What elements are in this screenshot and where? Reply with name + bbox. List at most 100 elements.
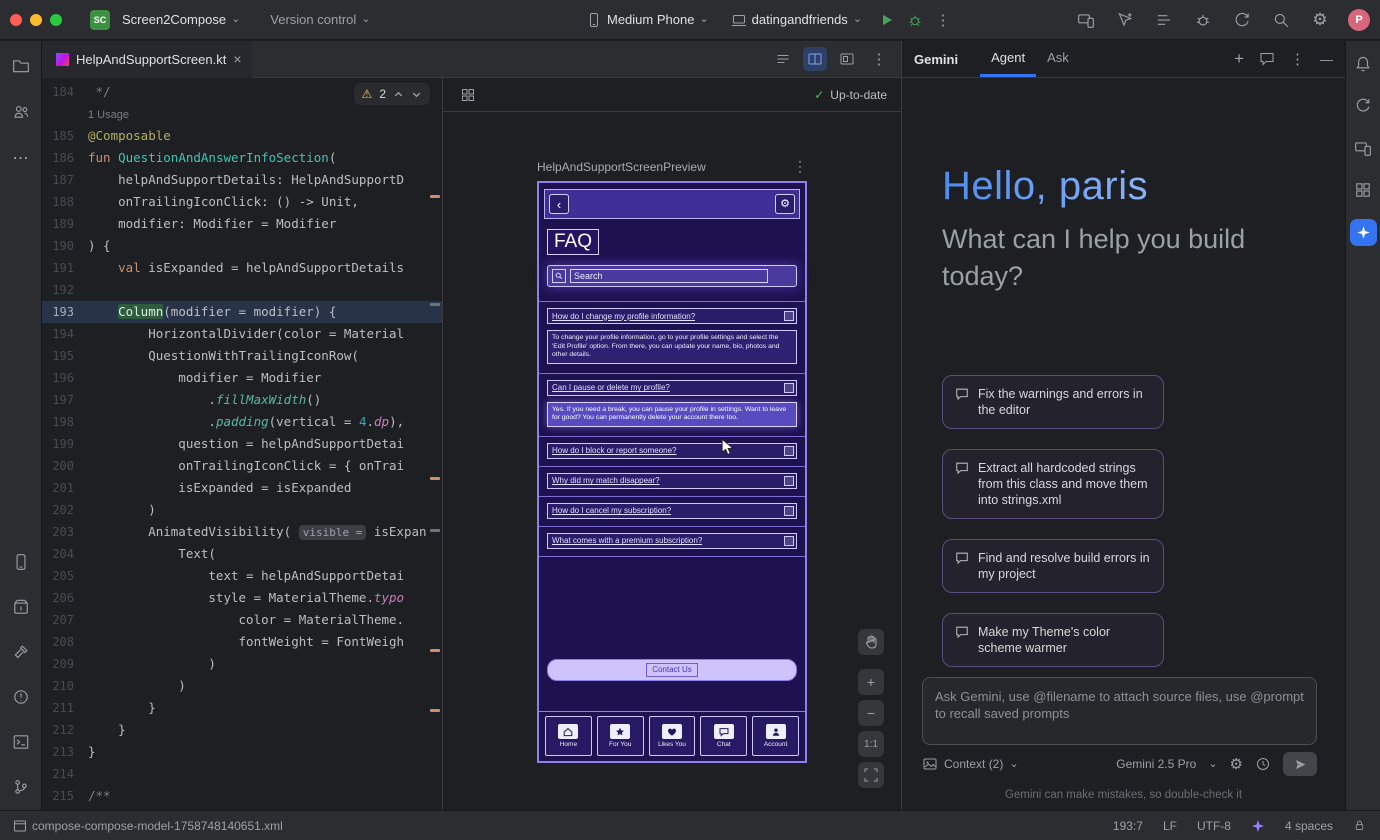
line-number[interactable]: 210 bbox=[42, 675, 88, 697]
line-number[interactable]: 190 bbox=[42, 235, 88, 257]
phone-preview[interactable]: ‹ ⚙ FAQ Search How do I change my profil… bbox=[537, 181, 807, 763]
code-line[interactable]: 194 HorizontalDivider(color = Material bbox=[42, 323, 442, 345]
line-number[interactable]: 191 bbox=[42, 257, 88, 279]
code-line[interactable]: 203 AnimatedVisibility( visible = isExpa… bbox=[42, 521, 442, 543]
code-line[interactable]: 198 .padding(vertical = 4.dp), bbox=[42, 411, 442, 433]
notifications-icon[interactable] bbox=[1350, 51, 1376, 77]
line-number[interactable]: 187 bbox=[42, 169, 88, 191]
contact-us-button[interactable]: Contact Us bbox=[547, 659, 797, 681]
preview-title[interactable]: HelpAndSupportScreenPreview bbox=[537, 160, 706, 174]
gemini-prompt-input[interactable]: Ask Gemini, use @filename to attach sour… bbox=[922, 677, 1317, 745]
line-number[interactable]: 196 bbox=[42, 367, 88, 389]
line-number[interactable]: 215 bbox=[42, 785, 88, 807]
app-inspection-icon[interactable] bbox=[8, 594, 34, 620]
chat-history-icon[interactable] bbox=[1259, 51, 1275, 67]
warning-stripe-mark[interactable] bbox=[430, 709, 440, 712]
problems-icon[interactable] bbox=[8, 684, 34, 710]
code-line[interactable]: 187 helpAndSupportDetails: HelpAndSuppor… bbox=[42, 169, 442, 191]
nav-item-home[interactable]: Home bbox=[545, 716, 592, 756]
pan-button[interactable] bbox=[858, 629, 884, 655]
lock-icon[interactable] bbox=[1353, 819, 1366, 832]
line-number[interactable] bbox=[42, 103, 88, 125]
line-number[interactable]: 201 bbox=[42, 477, 88, 499]
model-selector[interactable]: Gemini 2.5 Pro bbox=[1116, 757, 1196, 771]
expand-icon[interactable] bbox=[784, 476, 794, 486]
line-number[interactable]: 204 bbox=[42, 543, 88, 565]
suggestion-card[interactable]: Make my Theme's color scheme warmer bbox=[942, 613, 1164, 667]
prev-problem-icon[interactable] bbox=[393, 89, 404, 100]
history-icon[interactable] bbox=[1255, 756, 1271, 772]
pull-requests-icon[interactable] bbox=[8, 99, 34, 125]
code-line[interactable]: 195 QuestionWithTrailingIconRow( bbox=[42, 345, 442, 367]
code-line[interactable]: 213} bbox=[42, 741, 442, 763]
code-line[interactable]: 1 Usage bbox=[42, 103, 442, 125]
expand-icon[interactable] bbox=[784, 536, 794, 546]
zoom-out-button[interactable]: − bbox=[858, 700, 884, 726]
code-line[interactable]: 186fun QuestionAndAnswerInfoSection( bbox=[42, 147, 442, 169]
app-top-bar[interactable]: ‹ ⚙ bbox=[544, 189, 800, 219]
minimize-window-button[interactable] bbox=[30, 14, 42, 26]
code-line[interactable]: 201 isExpanded = isExpanded bbox=[42, 477, 442, 499]
file-encoding[interactable]: UTF-8 bbox=[1197, 819, 1231, 833]
close-window-button[interactable] bbox=[10, 14, 22, 26]
run-configuration-selector[interactable]: datingandfriends ⌄ bbox=[723, 8, 870, 32]
device-manager-icon[interactable] bbox=[1350, 135, 1376, 161]
gradle-sync-icon[interactable] bbox=[1231, 9, 1253, 31]
tab-options-icon[interactable]: ⋮ bbox=[867, 47, 891, 71]
hide-panel-icon[interactable]: — bbox=[1320, 52, 1333, 67]
code-line[interactable]: 204 Text( bbox=[42, 543, 442, 565]
zoom-in-button[interactable]: + bbox=[858, 669, 884, 695]
code-line[interactable]: 188 onTrailingIconClick: () -> Unit, bbox=[42, 191, 442, 213]
faq-question-row[interactable]: How do I block or report someone? bbox=[547, 443, 797, 459]
close-tab-icon[interactable]: × bbox=[233, 51, 241, 67]
screen-title[interactable]: FAQ bbox=[547, 229, 599, 255]
more-toolwindows-icon[interactable]: ⋯ bbox=[8, 145, 34, 171]
preview-sync-status[interactable]: ✓ Up-to-date bbox=[814, 88, 887, 102]
nav-item-heart[interactable]: Likes You bbox=[649, 716, 696, 756]
project-selector[interactable]: Screen2Compose ⌄ bbox=[114, 8, 248, 31]
code-line[interactable]: 197 .fillMaxWidth() bbox=[42, 389, 442, 411]
faq-question-row[interactable]: What comes with a premium subscription? bbox=[547, 533, 797, 549]
code-line[interactable]: 191 val isExpanded = helpAndSupportDetai… bbox=[42, 257, 442, 279]
suggestion-card[interactable]: Find and resolve build errors in my proj… bbox=[942, 539, 1164, 593]
expand-icon[interactable] bbox=[784, 311, 794, 321]
faq-question-row[interactable]: How do I cancel my subscription? bbox=[547, 503, 797, 519]
line-number[interactable]: 188 bbox=[42, 191, 88, 213]
faq-answer[interactable]: To change your profile information, go t… bbox=[547, 330, 797, 364]
faq-question-row[interactable]: Can I pause or delete my profile? bbox=[547, 380, 797, 396]
code-line[interactable]: 190) { bbox=[42, 235, 442, 257]
editor-mode-design-icon[interactable] bbox=[835, 47, 859, 71]
line-number[interactable]: 200 bbox=[42, 455, 88, 477]
code-line[interactable]: 208 fontWeight = FontWeigh bbox=[42, 631, 442, 653]
debug-button[interactable] bbox=[904, 9, 926, 31]
profiler-icon[interactable] bbox=[1192, 9, 1214, 31]
faq-answer[interactable]: Yes. If you need a break, you can pause … bbox=[547, 402, 797, 427]
build-icon[interactable] bbox=[8, 639, 34, 665]
editor-mode-split-icon[interactable] bbox=[803, 47, 827, 71]
line-number[interactable]: 193 bbox=[42, 301, 88, 323]
code-line[interactable]: 206 style = MaterialTheme.typo bbox=[42, 587, 442, 609]
project-toolwindow-icon[interactable] bbox=[8, 53, 34, 79]
preview-options-icon[interactable]: ⋮ bbox=[793, 158, 807, 175]
code-line[interactable]: 200 onTrailingIconClick = { onTrai bbox=[42, 455, 442, 477]
maximize-window-button[interactable] bbox=[50, 14, 62, 26]
panel-options-icon[interactable]: ⋮ bbox=[1290, 50, 1305, 68]
line-ending[interactable]: LF bbox=[1163, 819, 1177, 833]
zoom-to-fit-button[interactable] bbox=[858, 762, 884, 788]
run-button[interactable] bbox=[876, 9, 898, 31]
code-line[interactable]: 199 question = helpAndSupportDetai bbox=[42, 433, 442, 455]
line-number[interactable]: 213 bbox=[42, 741, 88, 763]
next-problem-icon[interactable] bbox=[411, 89, 422, 100]
code-line[interactable]: 193 Column(modifier = modifier) { bbox=[42, 301, 442, 323]
suggestion-card[interactable]: Fix the warnings and errors in the edito… bbox=[942, 375, 1164, 429]
back-icon[interactable]: ‹ bbox=[549, 194, 569, 214]
line-number[interactable]: 207 bbox=[42, 609, 88, 631]
line-number[interactable]: 189 bbox=[42, 213, 88, 235]
gradle-icon[interactable] bbox=[1350, 93, 1376, 119]
send-button[interactable] bbox=[1283, 752, 1317, 776]
code-line[interactable]: 205 text = helpAndSupportDetai bbox=[42, 565, 442, 587]
editor-tab[interactable]: HelpAndSupportScreen.kt × bbox=[42, 41, 252, 78]
line-number[interactable]: 208 bbox=[42, 631, 88, 653]
device-selector[interactable]: Medium Phone ⌄ bbox=[578, 8, 717, 32]
nav-item-star[interactable]: For You bbox=[597, 716, 644, 756]
